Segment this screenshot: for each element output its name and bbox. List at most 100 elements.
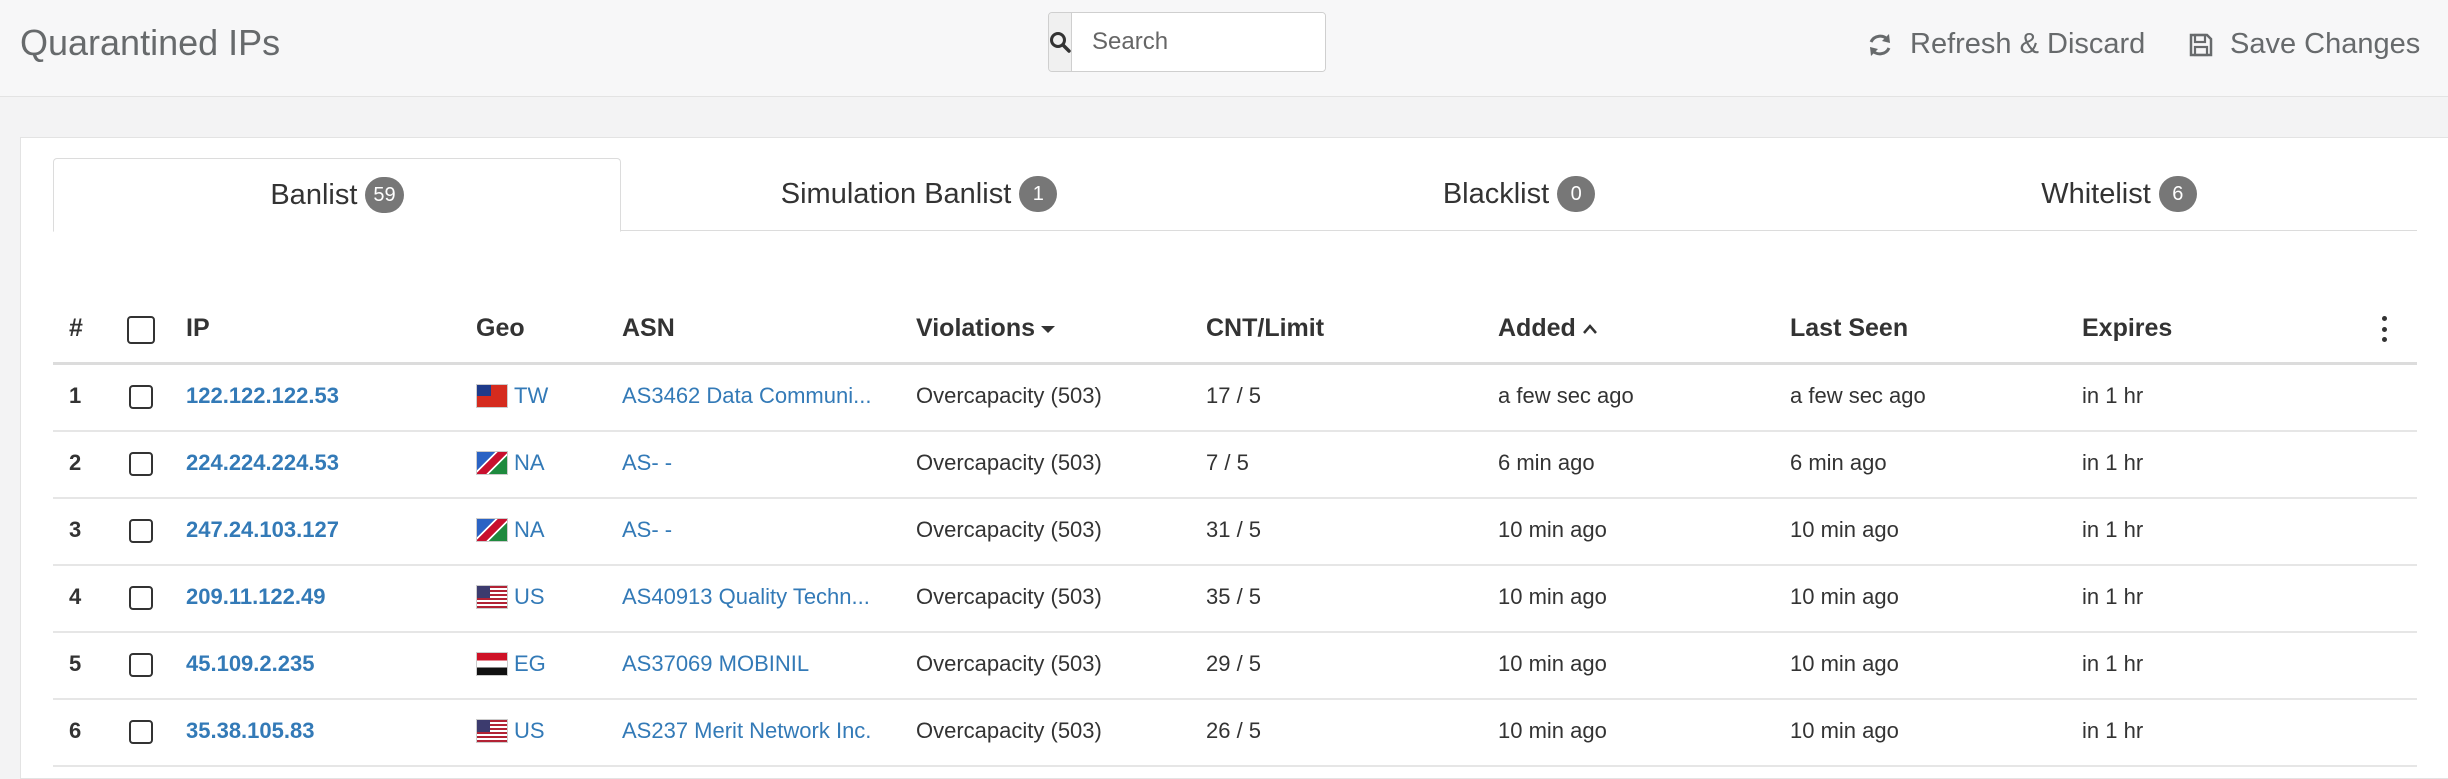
search-button[interactable]	[1049, 13, 1072, 71]
table-row[interactable]: 4 209.11.122.49 US AS40913 Quality Techn…	[53, 566, 2417, 633]
column-header-geo[interactable]: Geo	[476, 314, 525, 343]
tab-banlist[interactable]: Banlist 59	[53, 158, 621, 232]
asn-link[interactable]: AS37069 MOBINIL	[622, 651, 809, 677]
expires-time: in 1 hr	[2082, 584, 2144, 609]
search-icon	[1050, 32, 1071, 53]
page-title: Quarantined IPs	[20, 22, 281, 63]
ip-link[interactable]: 45.109.2.235	[186, 651, 314, 677]
count-badge: 59	[365, 177, 404, 213]
row-checkbox[interactable]	[129, 720, 153, 744]
column-header-expires[interactable]: Expires	[2082, 314, 2172, 343]
column-header-asn[interactable]: ASN	[622, 314, 675, 343]
top-bar: Quarantined IPs Refresh & Discard Save C…	[0, 0, 2448, 97]
row-checkbox[interactable]	[129, 385, 153, 409]
cnt-limit: 26 / 5	[1206, 718, 1262, 743]
added-time: a few sec ago	[1498, 383, 1634, 408]
search-input[interactable]	[1072, 13, 1325, 71]
violation: Overcapacity (503)	[916, 718, 1102, 743]
ip-link[interactable]: 35.38.105.83	[186, 718, 314, 744]
flag-na-icon	[476, 518, 508, 542]
ip-link[interactable]: 247.24.103.127	[186, 517, 339, 543]
flag-us-icon	[476, 719, 508, 743]
table-row[interactable]: 1 122.122.122.53 TW AS3462 Data Communi.…	[53, 365, 2417, 432]
added-time: 10 min ago	[1498, 517, 1607, 542]
ip-link[interactable]: 209.11.122.49	[186, 584, 325, 610]
asn-link[interactable]: AS3462 Data Communi...	[622, 383, 871, 409]
last-seen-time: 10 min ago	[1790, 718, 1899, 743]
table-row[interactable]: 2 224.224.224.53 NA AS- - Overcapacity (…	[53, 432, 2417, 499]
geo-code: EG	[514, 651, 546, 676]
table-row[interactable]: 5 45.109.2.235 EG AS37069 MOBINIL Overca…	[53, 633, 2417, 700]
tab-simulation-banlist[interactable]: Simulation Banlist 1	[619, 158, 1219, 230]
last-seen-time: 10 min ago	[1790, 517, 1899, 542]
violation: Overcapacity (503)	[916, 383, 1102, 408]
row-checkbox[interactable]	[129, 519, 153, 543]
added-time: 10 min ago	[1498, 651, 1607, 676]
cnt-limit: 31 / 5	[1206, 517, 1262, 542]
column-header-added[interactable]: Added	[1498, 314, 1598, 343]
added-time: 10 min ago	[1498, 718, 1607, 743]
geo-code: NA	[514, 517, 545, 542]
row-number: 1	[69, 383, 82, 408]
added-time: 6 min ago	[1498, 450, 1595, 475]
violation: Overcapacity (503)	[916, 584, 1102, 609]
geo-cell[interactable]: US	[476, 718, 545, 744]
asn-link[interactable]: AS- -	[622, 450, 672, 476]
tab-label: Simulation Banlist	[780, 177, 1012, 210]
refresh-discard-label: Refresh & Discard	[1910, 28, 2146, 60]
row-number: 5	[69, 651, 82, 676]
refresh-discard-button[interactable]: Refresh & Discard	[1866, 28, 2145, 61]
save-icon	[2189, 33, 2213, 56]
geo-code: US	[514, 584, 545, 609]
ip-link[interactable]: 224.224.224.53	[186, 450, 339, 476]
tab-label: Banlist	[270, 178, 358, 211]
row-checkbox[interactable]	[129, 452, 153, 476]
geo-cell[interactable]: TW	[476, 383, 548, 409]
last-seen-time: 10 min ago	[1790, 584, 1899, 609]
tab-whitelist[interactable]: Whitelist 6	[1819, 158, 2419, 230]
geo-cell[interactable]: NA	[476, 517, 545, 543]
column-header-cnt-limit[interactable]: CNT/Limit	[1206, 314, 1324, 343]
geo-cell[interactable]: EG	[476, 651, 546, 677]
row-number: 2	[69, 450, 82, 475]
tab-bar: Banlist 59 Simulation Banlist 1 Blacklis…	[53, 158, 2419, 232]
count-badge: 0	[1557, 176, 1596, 212]
tab-label: Blacklist	[1442, 177, 1550, 210]
column-menu-icon[interactable]	[2381, 316, 2387, 342]
geo-cell[interactable]: NA	[476, 450, 545, 476]
count-badge: 1	[1019, 176, 1058, 212]
select-all-checkbox[interactable]	[127, 316, 155, 344]
row-checkbox[interactable]	[129, 653, 153, 677]
asn-link[interactable]: AS40913 Quality Techn...	[622, 584, 870, 610]
row-number: 6	[69, 718, 82, 743]
sort-desc-icon	[1041, 325, 1056, 333]
asn-link[interactable]: AS- -	[622, 517, 672, 543]
table-row[interactable]: 6 35.38.105.83 US AS237 Merit Network In…	[53, 700, 2417, 767]
expires-time: in 1 hr	[2082, 718, 2144, 743]
flag-na-icon	[476, 451, 508, 475]
asn-link[interactable]: AS237 Merit Network Inc.	[622, 718, 871, 744]
flag-eg-icon	[476, 652, 508, 676]
expires-time: in 1 hr	[2082, 383, 2144, 408]
save-changes-button[interactable]: Save Changes	[2188, 28, 2420, 61]
tab-label: Whitelist	[2041, 177, 2151, 210]
flag-us-icon	[476, 585, 508, 609]
column-header-last-seen[interactable]: Last Seen	[1790, 314, 1908, 343]
tab-blacklist[interactable]: Blacklist 0	[1219, 158, 1819, 230]
geo-cell[interactable]: US	[476, 584, 545, 610]
violation: Overcapacity (503)	[916, 651, 1102, 676]
cnt-limit: 35 / 5	[1206, 584, 1262, 609]
violation: Overcapacity (503)	[916, 517, 1102, 542]
column-header-violations[interactable]: Violations	[916, 314, 1056, 343]
row-checkbox[interactable]	[129, 586, 153, 610]
flag-tw-icon	[476, 384, 508, 408]
last-seen-time: 6 min ago	[1790, 450, 1887, 475]
added-time: 10 min ago	[1498, 584, 1607, 609]
column-header-label: Added	[1498, 314, 1576, 342]
column-header-label: Violations	[916, 314, 1036, 342]
ip-link[interactable]: 122.122.122.53	[186, 383, 339, 409]
table-row[interactable]: 3 247.24.103.127 NA AS- - Overcapacity (…	[53, 499, 2417, 566]
sort-asc-icon	[1582, 323, 1597, 334]
column-header-ip[interactable]: IP	[186, 314, 210, 343]
refresh-icon	[1869, 33, 1891, 56]
